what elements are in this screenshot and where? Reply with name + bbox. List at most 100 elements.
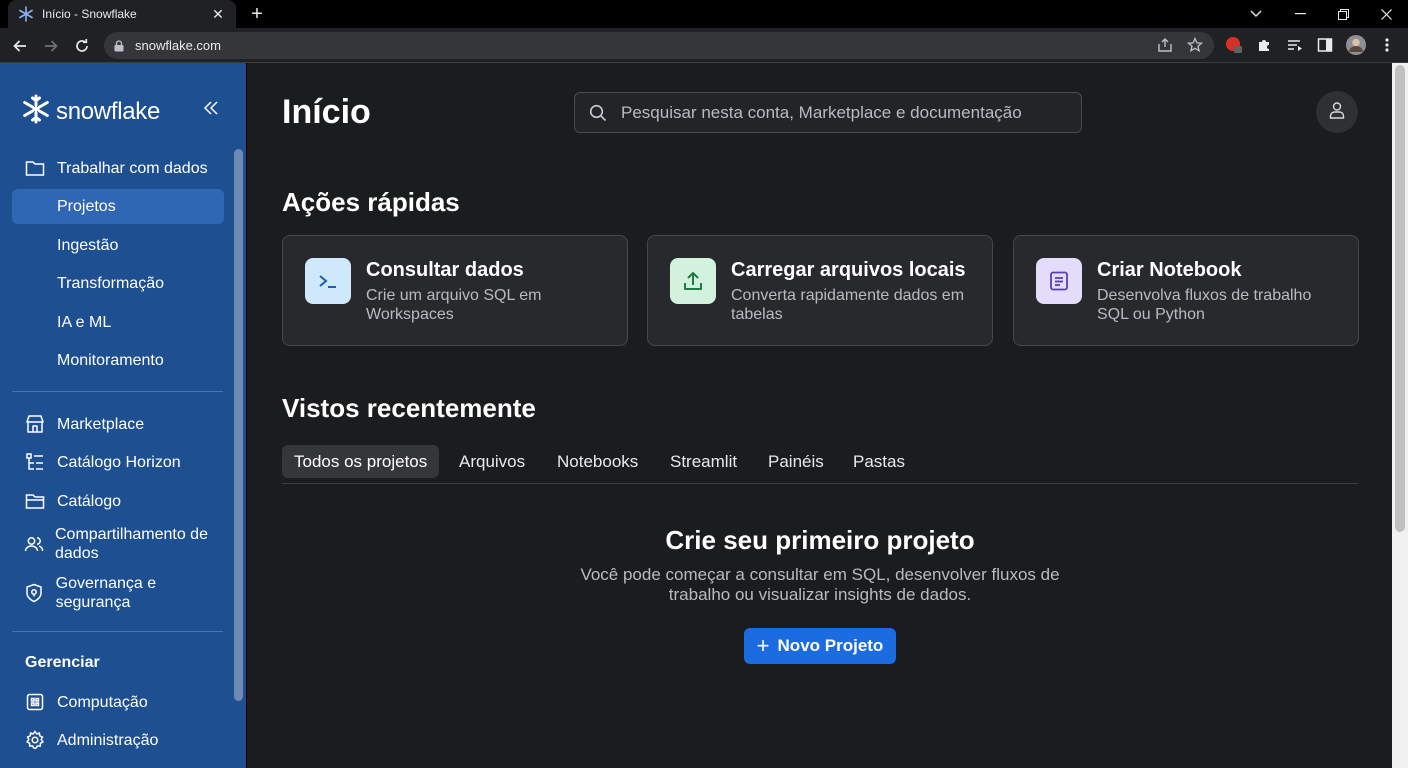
scrollbar-thumb[interactable]: [1395, 65, 1405, 532]
sidebar-divider: [12, 631, 223, 632]
sidebar: snowflake Trabalhar com dados Projetos I…: [0, 63, 247, 768]
upload-icon: [670, 258, 716, 304]
sidebar-item-label: Catálogo: [57, 492, 122, 510]
sidebar-item-horizon-catalog[interactable]: Catálogo Horizon: [12, 449, 224, 475]
browser-menu-icon[interactable]: [1376, 34, 1398, 56]
card-description: Crie um arquivo SQL em Workspaces: [366, 287, 542, 323]
sidebar-item-governance[interactable]: Governança e segurança: [12, 573, 224, 613]
sidebar-item-label: Trabalhar com dados: [57, 159, 208, 177]
bookmark-star-icon[interactable]: [1184, 34, 1206, 56]
tab-streamlit[interactable]: Streamlit: [658, 445, 749, 478]
side-panel-icon[interactable]: [1314, 34, 1336, 56]
user-icon: [1329, 101, 1345, 124]
empty-state-title: Crie seu primeiro projeto: [665, 525, 975, 555]
browser-tab[interactable]: Início - Snowflake ✕: [8, 0, 236, 28]
plus-icon: +: [756, 633, 770, 658]
browser-tab-title: Início - Snowflake: [42, 7, 137, 21]
quick-action-create-notebook[interactable]: Criar Notebook Desenvolva fluxos de trab…: [1013, 235, 1359, 346]
sidebar-item-label: Marketplace: [57, 415, 145, 433]
snowflake-logo[interactable]: snowflake: [20, 93, 160, 130]
close-window-button[interactable]: [1366, 0, 1406, 28]
card-title: Carregar arquivos locais: [731, 259, 966, 281]
snowflake-favicon-icon: [18, 6, 34, 22]
browser-tab-strip: Início - Snowflake ✕ +: [0, 0, 1408, 28]
quick-actions-heading: Ações rápidas: [282, 187, 460, 217]
sidebar-item-projects[interactable]: Projetos: [12, 189, 224, 224]
sidebar-item-compute[interactable]: Computação: [12, 689, 224, 715]
search-icon: [589, 103, 609, 123]
compute-grid-icon: [24, 691, 46, 713]
tab-folders[interactable]: Pastas: [841, 445, 917, 478]
tab-notebooks[interactable]: Notebooks: [545, 445, 650, 478]
search-input[interactable]: [621, 102, 1061, 123]
sidebar-item-admin[interactable]: Administração: [12, 727, 224, 753]
sidebar-item-label: Projetos: [57, 198, 116, 215]
folder-open-icon: [24, 490, 46, 512]
catalog-tree-icon: [24, 451, 46, 473]
sidebar-item-catalog[interactable]: Catálogo: [12, 488, 224, 514]
manage-section-label: Gerenciar: [25, 654, 100, 671]
users-icon: [24, 533, 44, 555]
sidebar-item-monitoring[interactable]: Monitoramento: [12, 347, 224, 373]
minimize-button[interactable]: [1280, 0, 1320, 28]
sidebar-item-label: Compartilhamento de dados: [55, 526, 208, 562]
page-scrollbar[interactable]: [1392, 63, 1408, 768]
collapse-sidebar-icon[interactable]: [200, 97, 222, 119]
user-menu-button[interactable]: [1316, 91, 1358, 133]
empty-state-description: Você pode começar a consultar em SQL, de…: [580, 565, 1060, 604]
card-title: Criar Notebook: [1097, 259, 1242, 281]
notebook-icon: [1036, 258, 1082, 304]
card-title: Consultar dados: [366, 259, 524, 281]
share-icon[interactable]: [1154, 34, 1176, 56]
tab-search-icon[interactable]: [1236, 0, 1276, 28]
lock-icon: [114, 39, 126, 52]
new-project-button[interactable]: + Novo Projeto: [744, 628, 896, 664]
sidebar-item-data-sharing[interactable]: Compartilhamento de dados: [12, 524, 224, 564]
address-bar[interactable]: snowflake.com: [104, 32, 1214, 59]
main-content: Início Ações rápidas Consultar dados Cri…: [248, 63, 1392, 768]
global-search[interactable]: [574, 92, 1082, 133]
recently-viewed-heading: Vistos recentemente: [282, 393, 536, 423]
card-description: Converta rapidamente dados em tabelas: [731, 287, 965, 323]
browser-toolbar: snowflake.com: [0, 28, 1408, 63]
back-arrow-icon[interactable]: [8, 34, 32, 58]
sidebar-item-label: Monitoramento: [57, 351, 164, 369]
reload-icon[interactable]: [70, 34, 94, 58]
sidebar-item-transformation[interactable]: Transformação: [12, 270, 224, 296]
sidebar-item-label: Ingestão: [57, 236, 119, 254]
restore-button[interactable]: [1323, 0, 1363, 28]
sidebar-item-marketplace[interactable]: Marketplace: [12, 411, 224, 437]
brand-wordmark: snowflake: [56, 97, 161, 125]
snowflake-logo-icon: [20, 93, 52, 130]
tab-all-projects[interactable]: Todos os projetos: [282, 445, 440, 478]
new-project-label: Novo Projeto: [777, 636, 884, 655]
terminal-icon: [305, 258, 351, 304]
sidebar-item-label: Transformação: [57, 274, 164, 292]
sidebar-item-work-with-data[interactable]: Trabalhar com dados: [12, 155, 224, 181]
sidebar-item-ingestion[interactable]: Ingestão: [12, 232, 224, 258]
forward-arrow-icon[interactable]: [39, 34, 63, 58]
shield-icon: [24, 582, 45, 604]
profile-avatar-icon[interactable]: [1345, 34, 1367, 56]
sidebar-item-label: Catálogo Horizon: [57, 453, 181, 471]
tab-files[interactable]: Arquivos: [447, 445, 537, 478]
sidebar-item-label: Administração: [57, 731, 159, 749]
card-description: Desenvolva fluxos de trabalho SQL ou Pyt…: [1097, 287, 1312, 323]
media-queue-icon[interactable]: [1284, 34, 1306, 56]
extensions-puzzle-icon[interactable]: [1253, 34, 1275, 56]
sidebar-item-ai-ml[interactable]: IA e ML: [12, 309, 224, 335]
extension-badge-icon[interactable]: [1223, 34, 1245, 56]
sidebar-item-label: Computação: [57, 693, 148, 711]
store-icon: [24, 413, 46, 435]
url-text: snowflake.com: [135, 38, 221, 53]
new-tab-button[interactable]: +: [246, 3, 268, 25]
quick-action-upload-files[interactable]: Carregar arquivos locais Converta rapida…: [647, 235, 993, 346]
sidebar-divider: [12, 391, 223, 392]
close-tab-icon[interactable]: ✕: [210, 6, 226, 22]
sidebar-scrollbar[interactable]: [234, 149, 243, 701]
tab-dashboards[interactable]: Painéis: [756, 445, 836, 478]
quick-action-query-data[interactable]: Consultar dados Crie um arquivo SQL em W…: [282, 235, 628, 346]
sidebar-item-label: Governança e segurança: [55, 575, 157, 611]
recent-tabs: Todos os projetos Arquivos Notebooks Str…: [282, 445, 1358, 484]
gear-icon: [24, 729, 46, 751]
